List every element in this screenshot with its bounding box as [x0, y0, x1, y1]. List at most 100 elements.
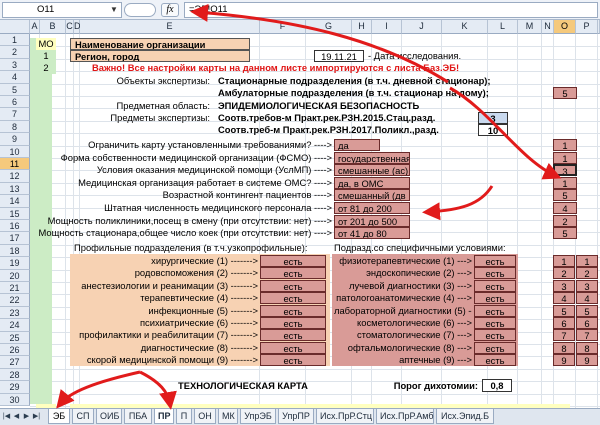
- cell-o-setting[interactable]: 3: [553, 164, 577, 177]
- column-header-o[interactable]: O: [554, 20, 576, 34]
- column-header-c[interactable]: C: [66, 20, 74, 34]
- setting-value[interactable]: смешанные (ас): [334, 164, 410, 177]
- cell-o-item[interactable]: 3: [553, 279, 575, 292]
- cell-p-item[interactable]: 6: [576, 317, 598, 329]
- setting-value[interactable]: государственная: [334, 151, 410, 164]
- cell-o-item[interactable]: 6: [553, 317, 575, 329]
- cell-p-item[interactable]: 1: [576, 255, 598, 267]
- cell-p-item[interactable]: 7: [576, 329, 598, 342]
- cell-o-item[interactable]: 9: [553, 354, 575, 367]
- insert-function-button[interactable]: fx: [161, 3, 179, 17]
- right-item-value[interactable]: есть: [474, 329, 516, 342]
- column-header-k[interactable]: K: [442, 20, 488, 34]
- column-header-b[interactable]: B: [40, 20, 66, 34]
- cell-o-setting[interactable]: 1: [553, 139, 577, 151]
- row-header-5[interactable]: 5: [0, 83, 30, 96]
- row-header-14[interactable]: 14: [0, 195, 30, 208]
- right-item-value[interactable]: есть: [474, 255, 516, 267]
- row-header-11[interactable]: 11: [0, 158, 30, 171]
- study-date[interactable]: 19.11.21: [314, 50, 364, 62]
- chevron-down-icon[interactable]: ▼: [108, 2, 120, 18]
- right-item-value[interactable]: есть: [474, 279, 516, 292]
- cell-o-setting[interactable]: 2: [553, 214, 577, 227]
- cell-o-setting[interactable]: 4: [553, 202, 577, 214]
- row-header-30[interactable]: 30: [0, 393, 30, 406]
- cell-p-item[interactable]: 5: [576, 304, 598, 317]
- row-header-7[interactable]: 7: [0, 108, 30, 121]
- row-header-6[interactable]: 6: [0, 96, 30, 109]
- sheet-tab[interactable]: ПБА: [124, 409, 152, 424]
- row-header-4[interactable]: 4: [0, 71, 30, 84]
- left-item-value[interactable]: есть: [260, 255, 326, 267]
- cell-p-item[interactable]: 9: [576, 354, 598, 367]
- prev-sheet-icon[interactable]: ◀: [12, 411, 21, 422]
- column-header-m[interactable]: M: [518, 20, 542, 34]
- column-header-e[interactable]: E: [80, 20, 260, 34]
- left-item-value[interactable]: есть: [260, 354, 326, 367]
- setting-value[interactable]: смешанный (дв: [334, 189, 410, 202]
- row-header-18[interactable]: 18: [0, 244, 30, 258]
- row-header-15[interactable]: 15: [0, 207, 30, 220]
- left-item-value[interactable]: есть: [260, 267, 326, 280]
- cell-o-item[interactable]: 4: [553, 292, 575, 305]
- row-header-28[interactable]: 28: [0, 368, 30, 382]
- right-item-value[interactable]: есть: [474, 354, 516, 367]
- cell-o-item[interactable]: 5: [553, 304, 575, 317]
- row-header-13[interactable]: 13: [0, 182, 30, 196]
- row-header-12[interactable]: 12: [0, 170, 30, 183]
- sheet-tab[interactable]: УпрЭБ: [240, 409, 276, 424]
- row-header-27[interactable]: 27: [0, 356, 30, 369]
- cell-o-item[interactable]: 2: [553, 267, 575, 280]
- sheet-tab[interactable]: ЭБ: [48, 409, 70, 424]
- cell-b3[interactable]: 2: [36, 62, 56, 74]
- sheet-tab[interactable]: СП: [72, 409, 94, 424]
- row-header-3[interactable]: 3: [0, 58, 30, 72]
- right-item-value[interactable]: есть: [474, 341, 516, 354]
- row-header-25[interactable]: 25: [0, 331, 30, 344]
- sheet-tab[interactable]: Исх.Эпид.Б: [436, 409, 494, 424]
- setting-value[interactable]: от 41 до 80: [334, 227, 410, 240]
- row-header-17[interactable]: 17: [0, 232, 30, 245]
- cell-p-item[interactable]: 2: [576, 267, 598, 280]
- sheet-tab[interactable]: ОИБ: [96, 409, 122, 424]
- right-item-value[interactable]: есть: [474, 267, 516, 280]
- cell-o-setting[interactable]: 1: [553, 151, 577, 164]
- column-header-f[interactable]: F: [260, 20, 306, 34]
- cell-o-setting[interactable]: 5: [553, 189, 577, 202]
- column-header-j[interactable]: J: [402, 20, 442, 34]
- next-sheet-icon[interactable]: ▶: [22, 411, 31, 422]
- sheet-tab[interactable]: Исх.ПрР.Стц: [316, 409, 374, 424]
- right-item-value[interactable]: есть: [474, 304, 516, 317]
- cell-o-item[interactable]: 7: [553, 329, 575, 342]
- cell-b2[interactable]: 1: [36, 50, 56, 62]
- sheet-tab[interactable]: ПР: [154, 409, 174, 424]
- right-item-value[interactable]: есть: [474, 292, 516, 305]
- column-header-g[interactable]: G: [306, 20, 352, 34]
- name-box[interactable]: O11: [2, 2, 122, 18]
- row-header-19[interactable]: 19: [0, 257, 30, 270]
- cell-o5[interactable]: 5: [553, 87, 577, 99]
- row-header-16[interactable]: 16: [0, 220, 30, 233]
- sheet-tab[interactable]: УпрПР: [278, 409, 314, 424]
- cell-b1[interactable]: МО: [36, 38, 56, 50]
- cell-p-item[interactable]: 8: [576, 341, 598, 354]
- row-header-2[interactable]: 2: [0, 46, 30, 59]
- sheet-tab[interactable]: Исх.ПрР.Амб: [376, 409, 434, 424]
- row-header-9[interactable]: 9: [0, 133, 30, 146]
- row-header-10[interactable]: 10: [0, 145, 30, 158]
- cell-o-item[interactable]: 1: [553, 255, 575, 267]
- select-all-corner[interactable]: [0, 20, 30, 34]
- sheet-tab[interactable]: П: [176, 409, 192, 424]
- left-item-value[interactable]: есть: [260, 279, 326, 292]
- column-header-h[interactable]: H: [352, 20, 372, 34]
- right-item-value[interactable]: есть: [474, 317, 516, 329]
- column-header-l[interactable]: L: [488, 20, 518, 34]
- left-item-value[interactable]: есть: [260, 341, 326, 354]
- left-item-value[interactable]: есть: [260, 304, 326, 317]
- column-header-n[interactable]: N: [542, 20, 554, 34]
- row-header-26[interactable]: 26: [0, 344, 30, 357]
- subjects-v2[interactable]: 10: [478, 124, 508, 136]
- row-header-23[interactable]: 23: [0, 306, 30, 320]
- last-sheet-icon[interactable]: ▶|: [32, 411, 41, 422]
- row-header-21[interactable]: 21: [0, 282, 30, 295]
